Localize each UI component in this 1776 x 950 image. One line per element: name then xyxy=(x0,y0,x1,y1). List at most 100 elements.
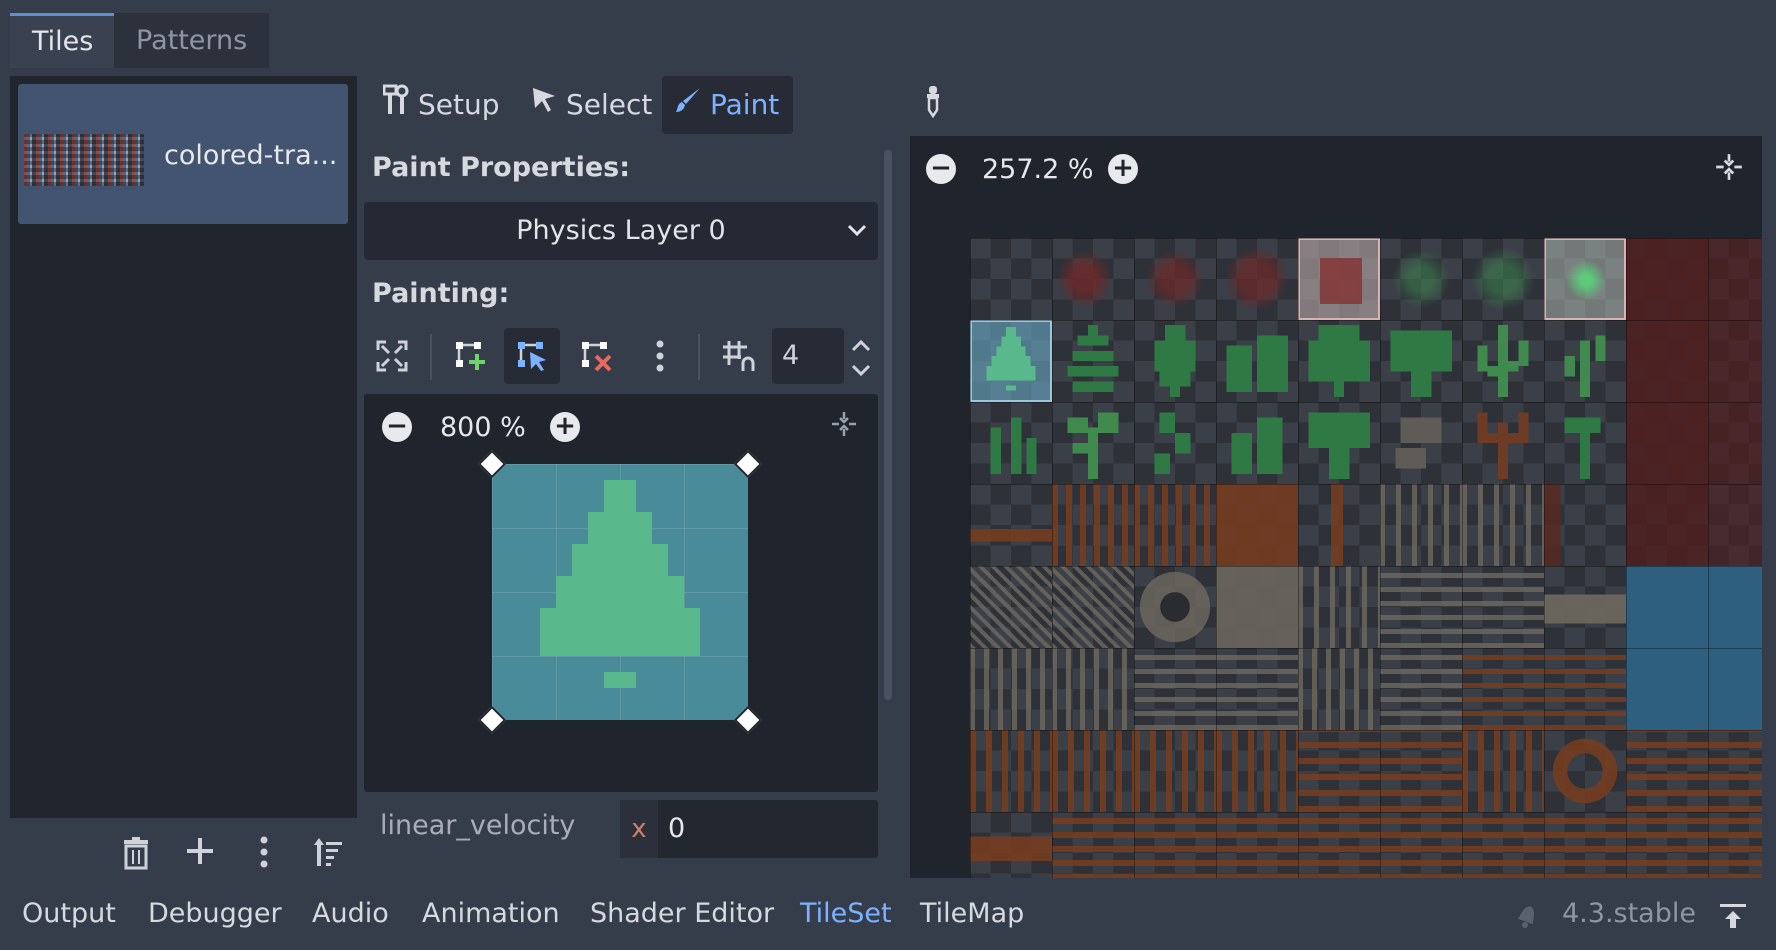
atlas-tile[interactable] xyxy=(1134,320,1216,402)
atlas-tile[interactable] xyxy=(1626,402,1708,484)
atlas-tile[interactable] xyxy=(1216,484,1298,566)
atlas-tile[interactable] xyxy=(1134,484,1216,566)
atlas-tile[interactable] xyxy=(970,812,1052,878)
atlas-tile[interactable] xyxy=(970,566,1052,648)
sort-icon[interactable] xyxy=(308,836,348,876)
atlas-tile[interactable] xyxy=(1626,320,1708,402)
atlas-tile[interactable] xyxy=(1462,566,1544,648)
notification-bell-icon[interactable] xyxy=(1514,900,1542,934)
atlas-zoom-in-icon[interactable]: + xyxy=(1108,154,1138,184)
linear-velocity-x-value[interactable]: 0 xyxy=(668,800,685,858)
grid-snap-icon[interactable] xyxy=(710,328,766,384)
atlas-tile-selected[interactable] xyxy=(1544,238,1626,320)
atlas-tile[interactable] xyxy=(970,238,1052,320)
atlas-tile[interactable] xyxy=(1052,238,1134,320)
atlas-tile[interactable] xyxy=(1708,320,1762,402)
atlas-tile[interactable] xyxy=(1134,730,1216,812)
bottom-tab-shader-editor[interactable]: Shader Editor xyxy=(590,898,774,929)
atlas-tile[interactable] xyxy=(1626,648,1708,730)
atlas-tile[interactable] xyxy=(1626,238,1708,320)
paint-button[interactable]: Paint xyxy=(662,76,794,134)
delete-polygon-icon[interactable] xyxy=(568,328,624,384)
add-source-icon[interactable] xyxy=(180,836,220,876)
atlas-tile[interactable] xyxy=(1134,648,1216,730)
atlas-tile[interactable] xyxy=(1380,238,1462,320)
atlas-tile[interactable] xyxy=(970,484,1052,566)
atlas-tile[interactable] xyxy=(1052,648,1134,730)
expand-panel-icon[interactable] xyxy=(1718,902,1748,934)
more-options-icon[interactable] xyxy=(244,836,284,876)
tab-tiles[interactable]: Tiles xyxy=(10,13,116,68)
atlas-tile[interactable] xyxy=(1626,812,1708,878)
bottom-tab-debugger[interactable]: Debugger xyxy=(148,898,282,929)
atlas-tile[interactable] xyxy=(970,730,1052,812)
atlas-tile[interactable] xyxy=(1462,320,1544,402)
zoom-out-icon[interactable]: − xyxy=(382,412,412,442)
atlas-tile[interactable] xyxy=(1134,566,1216,648)
source-item[interactable]: colored-tra... xyxy=(18,84,348,224)
atlas-tile[interactable] xyxy=(1544,812,1626,878)
paint-property-dropdown[interactable]: Physics Layer 0 xyxy=(364,202,878,260)
atlas-tile[interactable] xyxy=(1462,238,1544,320)
atlas-tile[interactable] xyxy=(1298,320,1380,402)
atlas-tile[interactable] xyxy=(1216,566,1298,648)
select-button[interactable]: Select xyxy=(518,76,666,134)
atlas-tile[interactable] xyxy=(1052,484,1134,566)
atlas-tile[interactable] xyxy=(1380,566,1462,648)
atlas-tile[interactable] xyxy=(1134,402,1216,484)
atlas-tile[interactable] xyxy=(1544,566,1626,648)
bottom-tab-tilemap[interactable]: TileMap xyxy=(920,898,1024,929)
atlas-tile[interactable] xyxy=(1298,566,1380,648)
atlas-tile[interactable] xyxy=(1708,402,1762,484)
atlas-tile[interactable] xyxy=(1298,812,1380,878)
atlas-tile[interactable] xyxy=(1462,402,1544,484)
atlas-tile[interactable] xyxy=(1298,730,1380,812)
atlas-tile[interactable] xyxy=(1216,648,1298,730)
atlas-tile[interactable] xyxy=(970,648,1052,730)
atlas-tile[interactable] xyxy=(1544,730,1626,812)
atlas-tile[interactable] xyxy=(1052,402,1134,484)
atlas-tile[interactable] xyxy=(1380,484,1462,566)
tab-patterns[interactable]: Patterns xyxy=(114,13,270,68)
atlas-tile[interactable] xyxy=(1462,484,1544,566)
atlas-tile[interactable] xyxy=(1052,566,1134,648)
atlas-tile[interactable] xyxy=(1216,812,1298,878)
more-tools-icon[interactable] xyxy=(632,328,688,384)
atlas-tile[interactable] xyxy=(1544,320,1626,402)
atlas-tile[interactable] xyxy=(1462,648,1544,730)
atlas-tile[interactable] xyxy=(1052,812,1134,878)
atlas-tile[interactable] xyxy=(1134,812,1216,878)
edit-polygon-icon[interactable] xyxy=(504,328,560,384)
eyedropper-icon[interactable] xyxy=(924,84,942,125)
atlas-tile[interactable] xyxy=(1462,812,1544,878)
atlas-tile[interactable] xyxy=(1380,402,1462,484)
fit-icon[interactable] xyxy=(364,328,420,384)
atlas-tile[interactable] xyxy=(1052,320,1134,402)
atlas-tile[interactable] xyxy=(1052,730,1134,812)
atlas-tile-selected[interactable] xyxy=(1298,238,1380,320)
add-polygon-icon[interactable] xyxy=(442,328,498,384)
atlas-tile[interactable] xyxy=(1298,648,1380,730)
atlas-tile[interactable] xyxy=(1708,566,1762,648)
linear-velocity-field[interactable] xyxy=(620,800,878,858)
atlas-tile[interactable] xyxy=(970,402,1052,484)
bottom-tab-animation[interactable]: Animation xyxy=(422,898,560,929)
atlas-tile[interactable] xyxy=(1216,320,1298,402)
atlas-tile[interactable] xyxy=(1544,484,1626,566)
atlas-tile[interactable] xyxy=(1380,320,1462,402)
tile-atlas[interactable] xyxy=(970,238,1762,878)
atlas-tile[interactable] xyxy=(1708,812,1762,878)
atlas-tile[interactable] xyxy=(1134,238,1216,320)
zoom-in-icon[interactable]: + xyxy=(550,412,580,442)
atlas-tile[interactable] xyxy=(1298,402,1380,484)
atlas-tile[interactable] xyxy=(1626,730,1708,812)
atlas-tile[interactable] xyxy=(1462,730,1544,812)
atlas-center-view-icon[interactable] xyxy=(1714,152,1744,189)
atlas-tile[interactable] xyxy=(1216,402,1298,484)
spin-arrows-icon[interactable] xyxy=(848,336,874,380)
atlas-tile[interactable] xyxy=(1216,730,1298,812)
atlas-tile[interactable] xyxy=(1380,730,1462,812)
atlas-zoom-out-icon[interactable]: − xyxy=(926,154,956,184)
properties-scrollbar[interactable] xyxy=(884,150,892,700)
atlas-tile[interactable] xyxy=(1544,648,1626,730)
